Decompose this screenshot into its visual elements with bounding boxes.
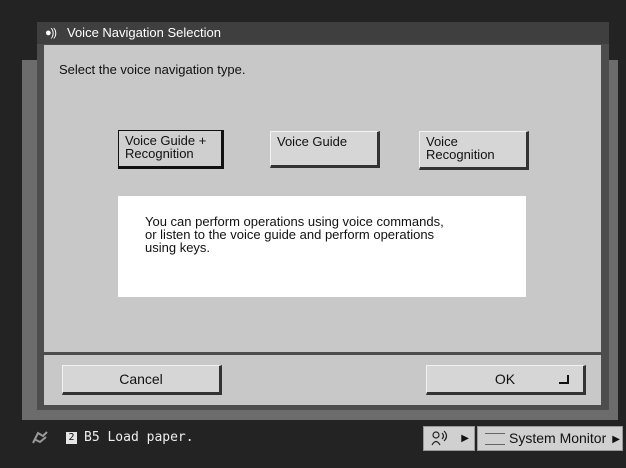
voice-recognition-button[interactable]: Voice Recognition xyxy=(419,131,529,170)
enter-icon xyxy=(559,375,569,384)
info-box: You can perform operations using voice c… xyxy=(118,196,526,297)
voice-button[interactable]: ▶ xyxy=(423,426,475,451)
title-bar: ●)) Voice Navigation Selection xyxy=(37,22,609,44)
page-title: Voice Navigation Selection xyxy=(67,25,221,40)
option-label-line2: Recognition xyxy=(426,147,495,162)
voice-sound-icon xyxy=(430,430,452,445)
status-message: B5 Load paper. xyxy=(84,430,194,445)
info-line3: using keys. xyxy=(145,240,211,255)
paper-jam-icon xyxy=(32,431,48,448)
system-monitor-icon xyxy=(485,433,505,445)
voice-guide-button[interactable]: Voice Guide xyxy=(270,131,380,168)
ok-label: OK xyxy=(494,371,516,387)
voice-guide-recognition-button[interactable]: Voice Guide + Recognition xyxy=(118,130,224,169)
option-label-line1: Voice Guide xyxy=(277,134,348,149)
arrow-right-icon: ▶ xyxy=(461,433,469,444)
paper-source-badge: 2 xyxy=(66,432,77,444)
arrow-right-icon: ▶ xyxy=(612,434,620,445)
option-label-line2: Recognition xyxy=(125,146,194,161)
voice-navigation-icon: ●)) xyxy=(45,27,57,39)
system-monitor-button[interactable]: System Monitor ▶ xyxy=(477,426,623,451)
instruction-text: Select the voice navigation type. xyxy=(59,62,246,77)
cancel-label: Cancel xyxy=(119,371,163,387)
system-monitor-label: System Monitor xyxy=(509,430,607,446)
cancel-button[interactable]: Cancel xyxy=(62,365,222,395)
ok-button[interactable]: OK xyxy=(426,365,586,395)
